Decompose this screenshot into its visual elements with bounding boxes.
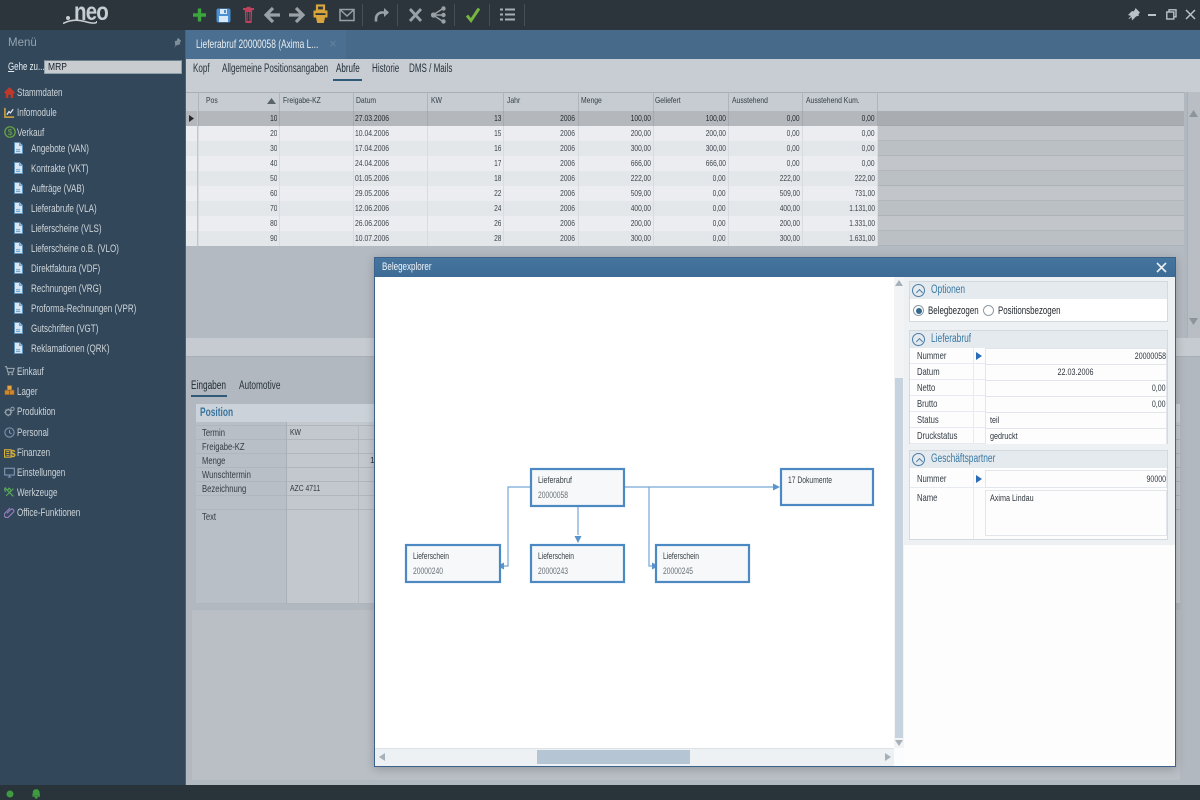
svg-text:$: $ bbox=[8, 127, 13, 137]
svg-text:17 Dokumente: 17 Dokumente bbox=[788, 475, 832, 485]
svg-text:20000240: 20000240 bbox=[413, 566, 443, 576]
svg-text:20000243: 20000243 bbox=[538, 566, 568, 576]
svg-text:Lieferschein: Lieferschein bbox=[413, 551, 449, 561]
svg-text:Lieferschein: Lieferschein bbox=[663, 551, 699, 561]
svg-text:Lieferabruf: Lieferabruf bbox=[538, 475, 572, 485]
svg-text:Lieferschein: Lieferschein bbox=[538, 551, 574, 561]
svg-text:$: $ bbox=[10, 449, 16, 459]
svg-text:20000245: 20000245 bbox=[663, 566, 693, 576]
svg-text:20000058: 20000058 bbox=[538, 490, 568, 500]
